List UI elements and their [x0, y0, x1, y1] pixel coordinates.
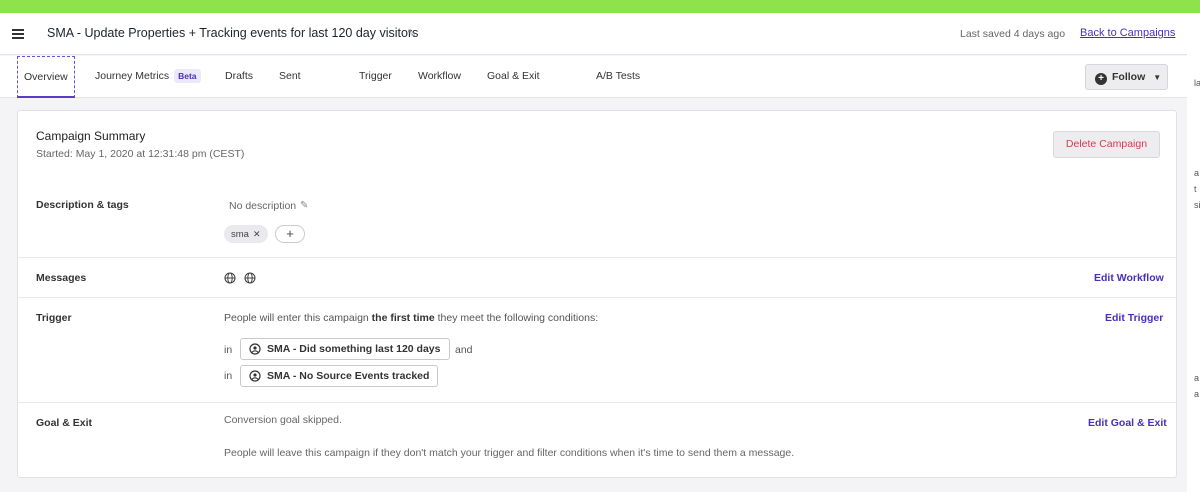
segment-condition[interactable]: SMA - Did something last 120 days [240, 338, 450, 360]
summary-title: Campaign Summary [36, 129, 146, 143]
edit-goal-exit-link[interactable]: Edit Goal & Exit [1088, 417, 1167, 429]
tab-trigger[interactable]: Trigger [359, 56, 392, 98]
tab-journey-metrics[interactable]: Journey Metrics Beta [95, 56, 201, 98]
segment-icon [249, 370, 261, 382]
menu-icon[interactable] [12, 29, 24, 39]
tab-overview-label: Overview [24, 71, 68, 83]
condition-label: SMA - No Source Events tracked [267, 370, 430, 382]
last-saved-status: Last saved 4 days ago [960, 28, 1066, 40]
tag-chip: sma ✕ [224, 225, 268, 243]
description-tags-label: Description & tags [36, 199, 129, 211]
tab-sent[interactable]: Sent [279, 56, 301, 98]
goal-exit-label: Goal & Exit [36, 417, 93, 429]
tab-overview[interactable]: Overview [17, 56, 75, 98]
follow-label: Follow [1112, 71, 1146, 83]
back-to-campaigns-link[interactable]: Back to Campaigns [1080, 27, 1175, 39]
clipped-text: a [1194, 389, 1200, 399]
chevron-down-icon: ▼ [1153, 73, 1162, 82]
trigger-text-bold: the first time [371, 312, 435, 324]
remove-tag-icon[interactable]: ✕ [253, 229, 261, 239]
top-accent-bar [0, 0, 1200, 13]
started-date: Started: May 1, 2020 at 12:31:48 pm (CES… [36, 148, 245, 160]
tab-workflow[interactable]: Workflow [418, 56, 461, 98]
goal-skipped-text: Conversion goal skipped. [224, 414, 342, 426]
campaign-title: SMA - Update Properties + Tracking event… [47, 26, 419, 40]
tab-journey-metrics-label: Journey Metrics [95, 70, 170, 82]
messages-label: Messages [36, 272, 87, 284]
clipped-text: la [1194, 78, 1200, 88]
trigger-text-before: People will enter this campaign [224, 312, 372, 324]
edit-title-pencil-icon[interactable]: ✎ [407, 27, 416, 40]
trigger-description: People will enter this campaign the firs… [224, 312, 598, 324]
tab-ab-tests[interactable]: A/B Tests [596, 56, 640, 98]
description-text: No description [229, 200, 297, 212]
and-label: and [455, 344, 473, 356]
segment-icon [249, 343, 261, 355]
edit-workflow-link[interactable]: Edit Workflow [1094, 272, 1164, 284]
in-label: in [224, 370, 233, 382]
web-message-globe-icon[interactable] [224, 272, 236, 284]
tab-goal-exit[interactable]: Goal & Exit [487, 56, 540, 98]
clipped-text: t [1194, 184, 1197, 194]
trigger-text-after: they meet the following conditions: [434, 312, 599, 324]
divider [18, 297, 1176, 298]
divider [18, 402, 1176, 403]
clipped-text: si [1194, 200, 1200, 210]
plus-circle-icon: + [1095, 73, 1107, 85]
divider [18, 257, 1176, 258]
header: SMA - Update Properties + Tracking event… [0, 13, 1187, 55]
campaign-summary-card: Campaign Summary Started: May 1, 2020 at… [17, 110, 1177, 478]
segment-condition[interactable]: SMA - No Source Events tracked [240, 365, 439, 387]
condition-label: SMA - Did something last 120 days [267, 343, 441, 355]
in-label: in [224, 344, 233, 356]
trigger-label: Trigger [36, 312, 72, 324]
edit-description-pencil-icon[interactable]: ✎ [300, 200, 308, 211]
delete-campaign-button[interactable]: Delete Campaign [1053, 131, 1160, 158]
edit-trigger-link[interactable]: Edit Trigger [1105, 312, 1163, 324]
follow-button[interactable]: + Follow ▼ [1085, 64, 1168, 90]
tag-label: sma [231, 229, 249, 240]
clipped-text: a [1194, 373, 1200, 383]
clipped-text: a [1194, 168, 1200, 178]
tab-bar: Overview Journey Metrics Beta Drafts Sent… [0, 56, 1187, 98]
tab-drafts[interactable]: Drafts [225, 56, 253, 98]
add-tag-button[interactable]: + [275, 225, 305, 243]
web-message-globe-icon[interactable] [244, 272, 256, 284]
exit-condition-text: People will leave this campaign if they … [224, 447, 795, 459]
beta-badge: Beta [174, 69, 201, 84]
